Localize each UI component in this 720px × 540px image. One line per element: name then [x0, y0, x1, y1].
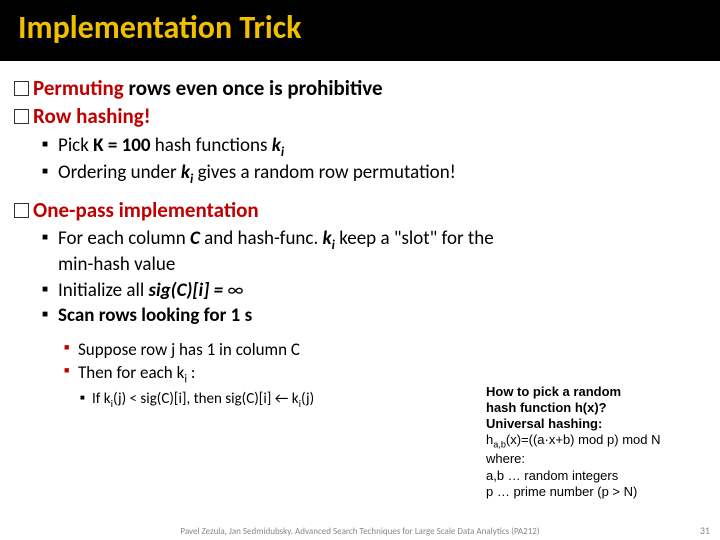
checkbox-icon — [14, 109, 29, 124]
checkbox-icon — [14, 203, 29, 218]
sub-scan-rows: Scan rows looking for 1 s — [42, 304, 706, 329]
sublist-onepass: For each column C and hash-func. ki keep… — [42, 227, 706, 329]
footer-text: Pavel Zezula, Jan Sedmidubsky. Advanced … — [0, 526, 720, 537]
sub-initialize: Initialize all sig(C)[i] = ∞ — [42, 279, 706, 304]
sub2-suppose: Suppose row j has 1 in column C — [64, 339, 706, 361]
sublist-hashing: Pick K = 100 hash functions ki Ordering … — [42, 134, 706, 187]
bullet-onepass: One-pass implementation — [14, 197, 706, 223]
side-note: How to pick a random hash function h(x)?… — [486, 384, 702, 500]
sub-ordering: Ordering under ki gives a random row per… — [42, 161, 706, 187]
bullet-row-hashing: Row hashing! — [14, 103, 706, 129]
title-bar: Implementation Trick — [0, 0, 720, 61]
sub2-list: Suppose row j has 1 in column C Then for… — [64, 339, 706, 388]
sub-for-each-column: For each column C and hash-func. ki keep… — [42, 227, 706, 278]
slide-title: Implementation Trick — [18, 8, 702, 47]
bullet-permuting: Permuting rows even once is prohibitive — [14, 75, 706, 101]
sub-pick-k: Pick K = 100 hash functions ki — [42, 134, 706, 160]
slide-body: Permuting rows even once is prohibitive … — [0, 61, 720, 411]
checkbox-icon — [14, 81, 29, 96]
page-number: 31 — [700, 524, 710, 537]
